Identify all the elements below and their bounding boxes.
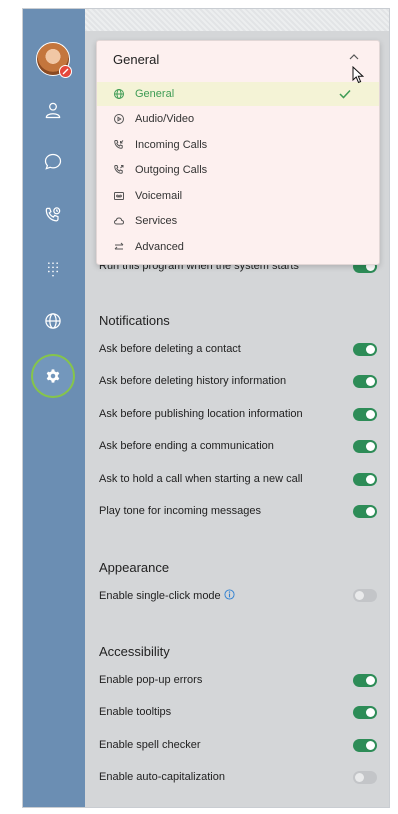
setting-label: Ask before publishing location informati… — [99, 408, 303, 420]
dropdown-option-label: General — [135, 88, 175, 100]
setting-row: Ask before ending a communication — [99, 437, 377, 455]
setting-row: Enable auto-capitalization — [99, 768, 377, 786]
dropdown-option-incoming-calls[interactable]: Incoming Calls — [97, 133, 379, 157]
outgoing-call-icon — [114, 165, 124, 174]
toggle-switch[interactable] — [353, 738, 377, 752]
setting-row: Ask before deleting a contact — [99, 340, 377, 358]
status-dnd-icon — [59, 65, 72, 78]
setting-row: Enable pop-up errors — [99, 671, 377, 689]
cloud-icon — [113, 217, 125, 225]
dropdown-option-voicemail[interactable]: Voicemail — [97, 184, 379, 208]
dropdown-header[interactable]: General — [97, 41, 379, 77]
gear-icon — [46, 369, 60, 383]
mouse-cursor-icon — [352, 66, 364, 84]
setting-row: Ask before deleting history information — [99, 372, 377, 390]
chevron-up-icon[interactable] — [349, 53, 359, 60]
category-dropdown[interactable]: General General Audio/Video Incoming Cal… — [96, 40, 380, 265]
toggle-switch[interactable] — [353, 342, 377, 356]
globe-icon[interactable] — [40, 308, 66, 334]
dropdown-option-label: Incoming Calls — [135, 139, 208, 151]
check-icon — [339, 89, 351, 99]
toggle-switch[interactable] — [353, 705, 377, 719]
top-bar — [85, 9, 389, 31]
toggle-switch[interactable] — [353, 374, 377, 388]
dialpad-icon[interactable] — [40, 256, 66, 282]
toggle-switch[interactable] — [353, 504, 377, 518]
dropdown-option-outgoing-calls[interactable]: Outgoing Calls — [97, 158, 379, 182]
incoming-call-icon — [114, 140, 124, 149]
setting-row: Play tone for incoming messages — [99, 502, 377, 520]
dropdown-option-services[interactable]: Services — [97, 209, 379, 233]
setting-label: Ask before deleting a contact — [99, 343, 241, 355]
setting-label: Ask to hold a call when starting a new c… — [99, 473, 303, 485]
voicemail-icon — [114, 192, 124, 200]
dropdown-option-label: Advanced — [135, 241, 184, 253]
chat-icon[interactable] — [40, 149, 66, 175]
toggle-switch[interactable] — [353, 673, 377, 687]
dropdown-option-advanced[interactable]: Advanced — [97, 235, 379, 259]
toggle-switch[interactable] — [353, 588, 377, 602]
play-circle-icon — [114, 114, 124, 124]
toggle-switch[interactable] — [353, 472, 377, 486]
section-title-notifications: Notifications — [99, 313, 170, 328]
setting-label: Enable auto-capitalization — [99, 771, 225, 783]
arrows-icon — [114, 242, 124, 250]
dropdown-option-label: Audio/Video — [135, 113, 195, 125]
contacts-icon[interactable] — [40, 97, 66, 123]
setting-row: Enable single-click mode — [99, 586, 377, 604]
dropdown-selected-value: General — [113, 51, 160, 67]
setting-row: Ask before publishing location informati… — [99, 405, 377, 423]
toggle-switch[interactable] — [353, 439, 377, 453]
dropdown-option-label: Outgoing Calls — [135, 164, 208, 176]
setting-label: Enable tooltips — [99, 706, 172, 718]
setting-row: Ask to hold a call when starting a new c… — [99, 470, 377, 488]
setting-label: Enable single-click mode — [99, 588, 235, 602]
setting-label: Play tone for incoming messages — [99, 505, 262, 517]
setting-label-text: Enable single-click mode — [99, 589, 221, 602]
dropdown-option-label: Voicemail — [135, 190, 183, 202]
call-history-icon[interactable] — [40, 202, 66, 228]
dropdown-option-audio-video[interactable]: Audio/Video — [97, 107, 379, 131]
toggle-switch[interactable] — [353, 770, 377, 784]
setting-label: Ask before deleting history information — [99, 375, 287, 387]
setting-label: Enable spell checker — [99, 739, 201, 751]
dropdown-option-general[interactable]: General — [97, 82, 379, 106]
sidebar — [23, 9, 85, 807]
setting-label: Enable pop-up errors — [99, 674, 203, 686]
dropdown-option-label: Services — [135, 215, 178, 227]
setting-row: Enable spell checker — [99, 736, 377, 754]
setting-row: Enable tooltips — [99, 703, 377, 721]
info-icon[interactable] — [224, 588, 235, 600]
section-title-accessibility: Accessibility — [99, 644, 170, 659]
settings-nav-button[interactable] — [31, 354, 75, 398]
avatar[interactable] — [36, 42, 72, 78]
section-title-appearance: Appearance — [99, 560, 170, 575]
toggle-switch[interactable] — [353, 407, 377, 421]
setting-label: Ask before ending a communication — [99, 440, 274, 452]
globe-icon — [114, 89, 124, 99]
